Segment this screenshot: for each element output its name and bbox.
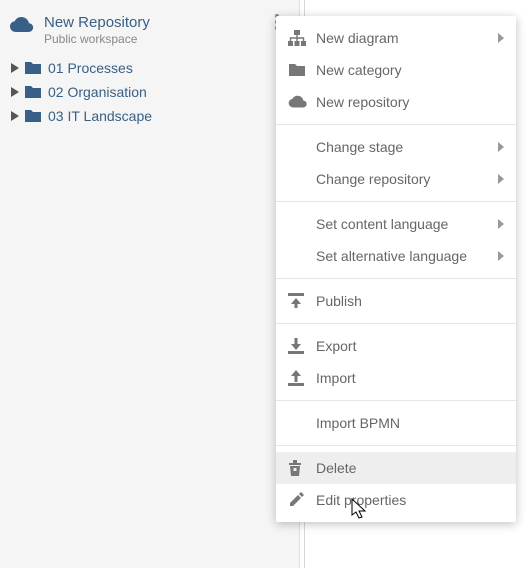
menu-item-label: Set content language <box>316 216 490 232</box>
upload-icon <box>288 370 316 386</box>
menu-item-label: Change repository <box>316 171 490 187</box>
menu-item-change-stage[interactable]: Change stage <box>276 131 516 163</box>
chevron-right-icon <box>490 142 504 152</box>
download-icon <box>288 338 316 354</box>
menu-item-label: New diagram <box>316 30 490 46</box>
menu-item-import[interactable]: Import <box>276 362 516 394</box>
caret-right-icon <box>8 63 22 73</box>
publish-icon <box>288 293 316 309</box>
folder-icon <box>22 61 44 75</box>
tree-item-label: 01 Processes <box>44 60 133 76</box>
trash-icon <box>288 460 316 476</box>
caret-right-icon <box>8 87 22 97</box>
folder-icon <box>22 85 44 99</box>
menu-item-label: Set alternative language <box>316 248 490 264</box>
sitemap-icon <box>288 30 316 46</box>
menu-item-label: Import <box>316 370 490 386</box>
menu-item-publish[interactable]: Publish <box>276 285 516 317</box>
tree-item-it-landscape[interactable]: 03 IT Landscape <box>4 104 291 128</box>
context-menu: New diagram New category New repository … <box>276 16 516 522</box>
chevron-right-icon <box>490 174 504 184</box>
menu-item-change-repository[interactable]: Change repository <box>276 163 516 195</box>
menu-divider <box>276 201 516 202</box>
menu-item-set-content-language[interactable]: Set content language <box>276 208 516 240</box>
menu-divider <box>276 124 516 125</box>
repository-header[interactable]: New Repository Public workspace <box>0 4 299 56</box>
tree-item-label: 02 Organisation <box>44 84 147 100</box>
tree-item-processes[interactable]: 01 Processes <box>4 56 291 80</box>
menu-divider <box>276 278 516 279</box>
caret-right-icon <box>8 111 22 121</box>
menu-item-label: New repository <box>316 94 490 110</box>
menu-item-delete[interactable]: Delete <box>276 452 516 484</box>
menu-divider <box>276 323 516 324</box>
menu-divider <box>276 445 516 446</box>
menu-item-new-diagram[interactable]: New diagram <box>276 22 516 54</box>
menu-item-label: Delete <box>316 460 490 476</box>
menu-item-label: Publish <box>316 293 490 309</box>
repository-title: New Repository <box>44 14 263 32</box>
cloud-icon <box>8 14 36 34</box>
pencil-icon <box>288 492 316 508</box>
chevron-right-icon <box>490 33 504 43</box>
chevron-right-icon <box>490 219 504 229</box>
menu-item-import-bpmn[interactable]: Import BPMN <box>276 407 516 439</box>
chevron-right-icon <box>490 251 504 261</box>
menu-item-label: Edit properties <box>316 492 490 508</box>
menu-item-export[interactable]: Export <box>276 330 516 362</box>
sidebar: New Repository Public workspace 01 Proce… <box>0 0 300 568</box>
cloud-icon <box>288 95 316 109</box>
folder-icon <box>22 109 44 123</box>
repository-subtitle: Public workspace <box>44 32 263 46</box>
menu-item-set-alternative-language[interactable]: Set alternative language <box>276 240 516 272</box>
menu-item-new-repository[interactable]: New repository <box>276 86 516 118</box>
folder-icon <box>288 63 316 77</box>
menu-item-label: Export <box>316 338 490 354</box>
menu-item-label: Import BPMN <box>316 415 490 431</box>
menu-item-label: New category <box>316 62 490 78</box>
tree-item-label: 03 IT Landscape <box>44 108 152 124</box>
tree-item-organisation[interactable]: 02 Organisation <box>4 80 291 104</box>
repository-tree: 01 Processes 02 Organisation 03 IT Lands… <box>0 56 299 128</box>
menu-divider <box>276 400 516 401</box>
menu-item-new-category[interactable]: New category <box>276 54 516 86</box>
menu-item-label: Change stage <box>316 139 490 155</box>
menu-item-edit-properties[interactable]: Edit properties <box>276 484 516 516</box>
